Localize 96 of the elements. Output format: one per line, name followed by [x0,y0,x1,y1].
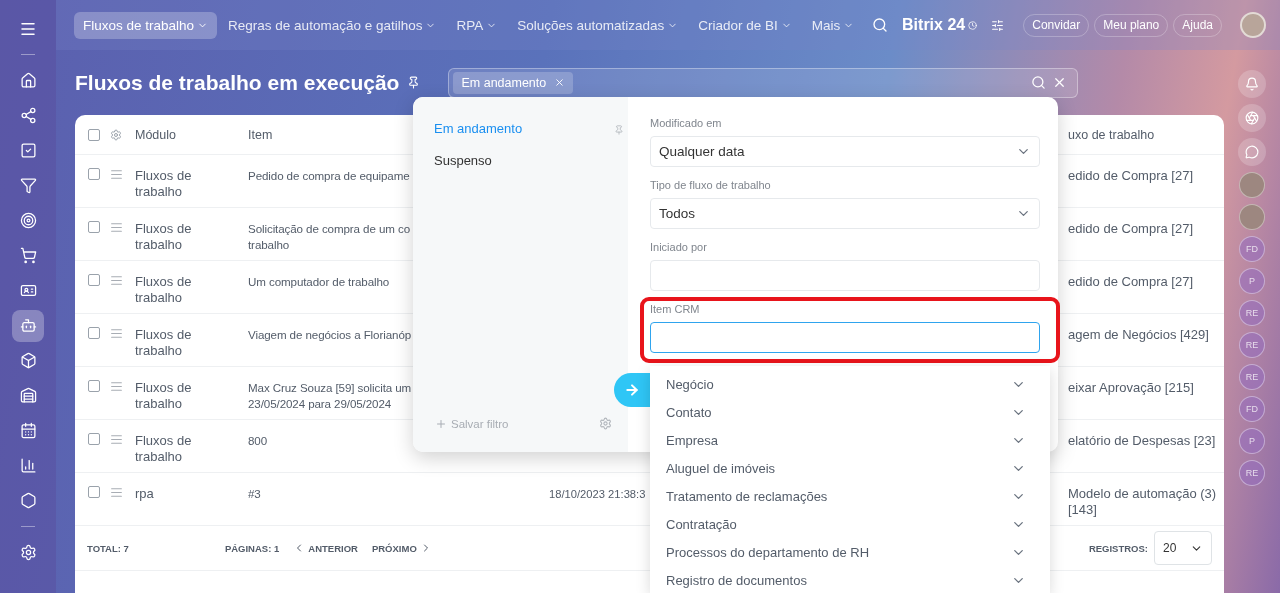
table-cell-text: 18/10/2023 21:38:3 [549,487,646,502]
search-icon[interactable] [1031,75,1047,90]
pin-icon[interactable] [407,76,421,89]
initials-avatar[interactable]: RE [1239,332,1265,358]
field-label: Iniciado por [650,241,708,255]
records-label: REGISTROS: [1088,542,1148,554]
checkbox[interactable] [88,380,100,392]
checkbox[interactable] [88,128,100,141]
drag-handle-icon[interactable] [110,433,123,446]
checkbox[interactable] [88,221,100,233]
menu-item[interactable]: Contratação [650,510,1050,538]
avatar[interactable] [1239,172,1265,198]
sidebar-icon[interactable] [12,309,44,342]
page-count: PÁGINAS: 1 [224,542,280,554]
table-cell-text: Modelo de automação (3) [143] [1067,486,1218,518]
nav-tab[interactable]: RPA [447,11,507,39]
drag-handle-icon[interactable] [110,274,123,287]
table-cell-text: elatório de Despesas [23] [1067,433,1217,449]
search-icon[interactable] [872,17,889,33]
table-cell-text: edido de Compra [27] [1067,168,1195,184]
avatar[interactable] [1240,12,1266,38]
table-cell-text: agem de Negócios [429] [1067,327,1210,343]
checkbox[interactable] [88,168,100,180]
filter-chip[interactable]: Em andamento [453,71,574,94]
next-link[interactable]: PRÓXIMO [371,542,432,554]
initials-avatar[interactable]: RE [1239,300,1265,326]
table-cell-text: Viagem de negócios a Florianóp [248,327,413,343]
table-cell-text: Pedido de compra de equipame [248,168,411,184]
table-cell-text: eixar Aprovação [215] [1067,380,1195,396]
table-cell-text: Fluxos de trabalho [135,433,193,465]
field-label: Item CRM [650,303,701,317]
checkbox[interactable] [88,274,100,286]
field-label: Modificado em [650,117,723,131]
filter-preset[interactable]: Em andamento [434,121,628,153]
table-cell-text: rpa [135,486,155,502]
table-cell-text: Fluxos de trabalho [135,380,193,412]
table-cell-text: edido de Compra [27] [1067,221,1195,237]
initials-avatar[interactable]: FD [1239,396,1265,422]
initials-avatar[interactable]: P [1239,268,1265,294]
nav-tab[interactable]: Mais [802,11,864,39]
column-header[interactable]: uxo de trabalho [1062,127,1224,142]
search-field[interactable]: Em andamento [448,67,1079,98]
table-cell-text: 800 [248,433,269,449]
drag-handle-icon[interactable] [110,168,123,181]
menu-item[interactable]: Registro de documentos [650,566,1050,593]
plus-icon [435,418,447,430]
table-cell-text: Fluxos de trabalho [135,221,193,253]
drag-handle-icon[interactable] [110,380,123,393]
records-select[interactable]: 20 [1154,531,1212,565]
aperture-icon[interactable] [1238,104,1266,132]
input-field[interactable] [650,322,1040,353]
total-count: TOTAL: 7 [87,542,129,554]
table-cell-text: edido de Compra [27] [1067,274,1195,290]
nav-tab[interactable]: Soluções automatizadas [508,11,688,39]
table-cell-text: Fluxos de trabalho [135,327,193,359]
logo: Bitrix 24 [902,16,978,34]
menu-item[interactable]: Processos do departamento de RH [650,538,1050,566]
sliders-icon[interactable] [991,18,1005,32]
initials-avatar[interactable]: P [1239,428,1265,454]
save-filter-link[interactable]: Salvar filtro [435,418,509,430]
table-cell-text: Um computador de trabalho [248,274,391,290]
checkbox[interactable] [88,327,100,339]
nav-tab[interactable]: Regras de automação e gatilhos [219,11,446,39]
nav-tab[interactable]: Criador de BI [689,11,801,39]
column-header[interactable]: Módulo [135,127,248,142]
remove-icon[interactable] [554,77,566,88]
select-field[interactable]: Qualquer data [650,136,1040,167]
table-cell-text: Fluxos de trabalho [135,274,193,306]
table-cell-text: #3 [248,486,262,502]
page-title: Fluxos de trabalho em execução [75,70,400,95]
initials-avatar[interactable]: RE [1239,460,1265,486]
table-cell-text: Max Cruz Souza [59] solicita um 23/05/2024 para 29/05/2024 [248,380,413,412]
drag-handle-icon[interactable] [110,486,123,499]
table-cell-text: Solicitação de compra de um co trabalho [248,221,411,253]
menu-item[interactable]: Contato [650,398,1050,426]
filter-preset[interactable]: Suspenso [434,153,628,185]
drag-handle-icon[interactable] [110,327,123,340]
menu-item[interactable]: Tratamento de reclamações [650,482,1050,510]
select-field[interactable]: Todos [650,198,1040,229]
settings-icon[interactable] [599,417,612,430]
settings-icon[interactable] [110,128,122,141]
menu-item[interactable]: Negócio [650,370,1050,398]
checkbox[interactable] [88,433,100,445]
menu-item[interactable]: Empresa [650,426,1050,454]
drag-handle-icon[interactable] [110,221,123,234]
chat-icon[interactable] [1238,138,1266,166]
table-cell-text: Fluxos de trabalho [135,168,193,200]
avatar[interactable] [1239,204,1265,230]
initials-avatar[interactable]: RE [1239,364,1265,390]
checkbox[interactable] [88,486,100,498]
field-label: Tipo de fluxo de trabalho [650,179,772,193]
initials-avatar[interactable]: FD [1239,236,1265,262]
bell-icon[interactable] [1238,70,1266,98]
nav-tab[interactable]: Fluxos de trabalho [74,11,218,39]
menu-item[interactable]: Aluguel de imóveis [650,454,1050,482]
previous-link[interactable]: ANTERIOR [293,542,358,554]
